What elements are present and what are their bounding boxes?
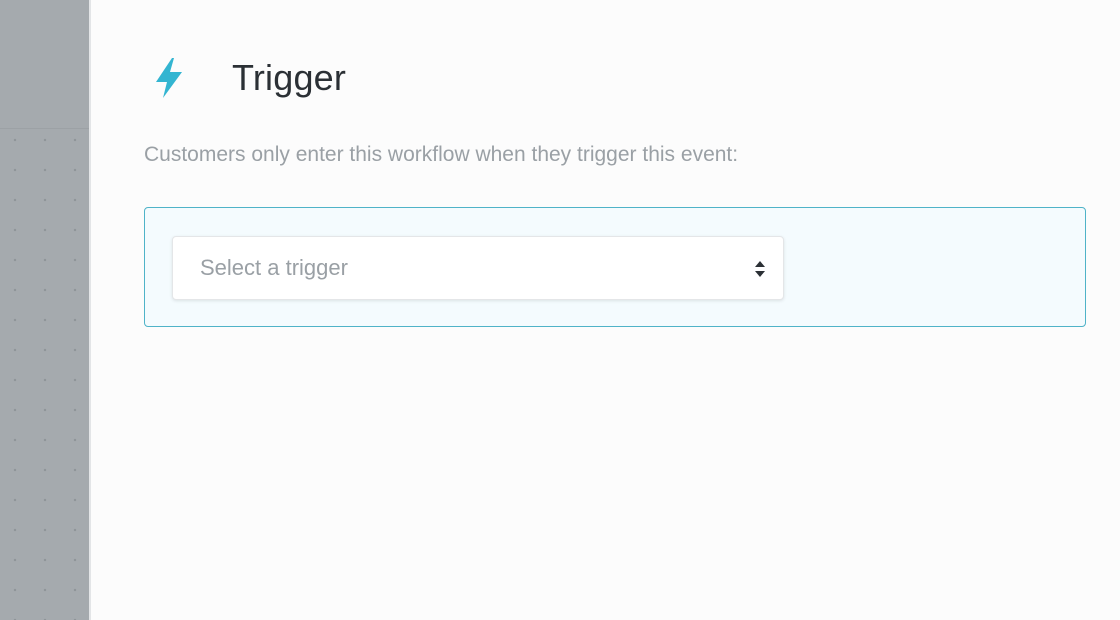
trigger-panel: Trigger Customers only enter this workfl… [91,0,1120,620]
trigger-description: Customers only enter this workflow when … [144,143,739,166]
trigger-select-placeholder: Select a trigger [200,255,348,280]
trigger-header: Trigger [151,56,346,100]
trigger-select[interactable]: Select a trigger [172,236,784,300]
page-title: Trigger [232,57,347,98]
lightning-bolt-icon [151,56,187,100]
workflow-canvas[interactable] [0,0,89,620]
select-arrows-icon [753,259,767,279]
canvas-top-area [0,0,89,129]
workflow-editor: Trigger Customers only enter this workfl… [0,0,1120,620]
trigger-selection-box: Select a trigger [144,207,1086,327]
